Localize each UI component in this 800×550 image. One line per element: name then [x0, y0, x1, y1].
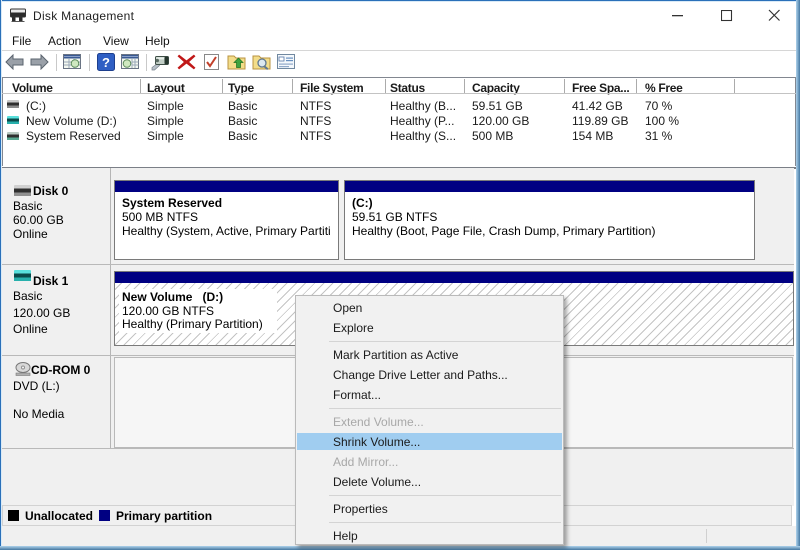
- svg-text:?: ?: [102, 55, 110, 70]
